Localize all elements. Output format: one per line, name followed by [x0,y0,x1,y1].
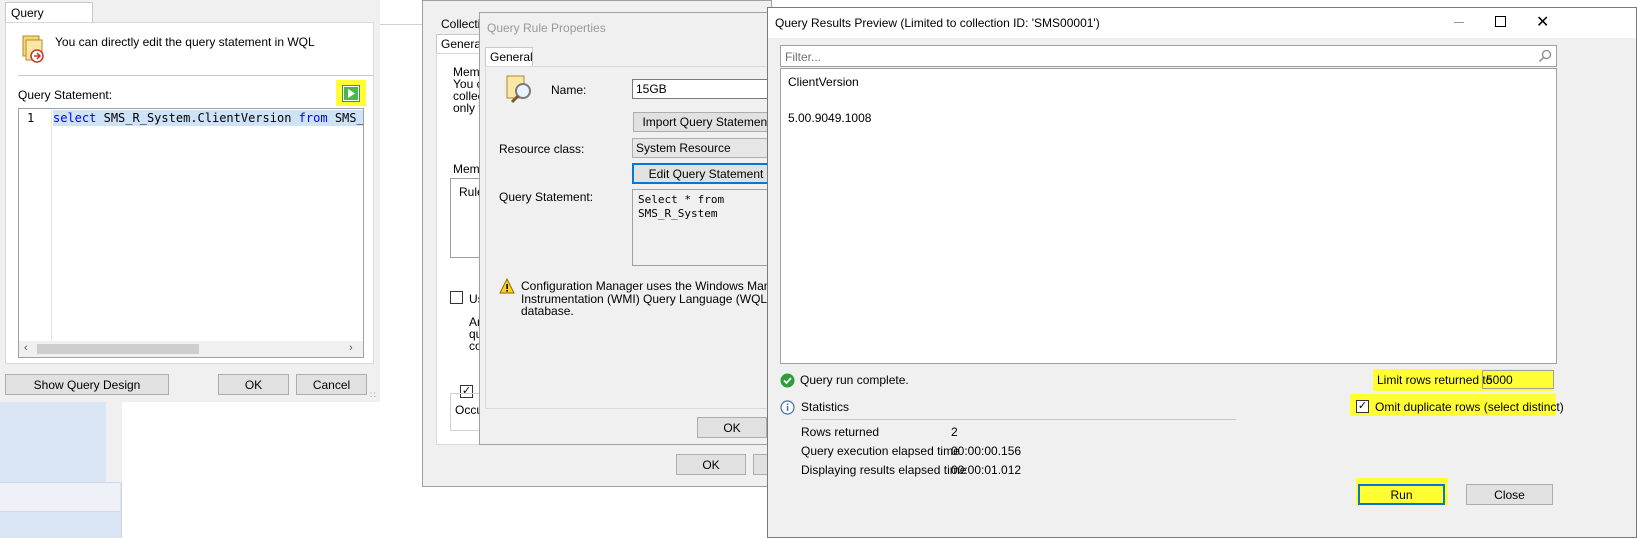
status-text: Query run complete. [800,373,909,387]
play-icon [344,87,358,100]
line-gutter [19,109,52,357]
tab-query-language[interactable]: Query Language [5,2,93,34]
filter-placeholder: Filter... [785,50,822,64]
rule-ok-button[interactable]: OK [697,417,767,438]
omit-duplicates-checkbox[interactable]: ✓ [1356,400,1369,413]
ok-button[interactable]: OK [218,374,289,395]
column-header-clientversion[interactable]: ClientVersion [788,75,859,89]
line-number: 1 [27,111,35,125]
resource-class-label: Resource class: [499,142,585,156]
query-results-preview-window: Query Results Preview (Limited to collec… [767,7,1637,538]
run-button[interactable]: Run [1358,484,1445,505]
resize-grip-icon[interactable]: ∷ [370,390,376,401]
cancel-button[interactable]: Cancel [296,374,367,395]
resource-class-select[interactable]: System Resource [632,138,780,158]
tab-general[interactable]: General [485,47,533,67]
statistics-info-icon [780,400,795,415]
statistics-label: Statistics [801,400,850,414]
separator [18,75,373,76]
scrollbar-thumb[interactable] [37,344,199,354]
limit-rows-input[interactable]: 5000 [1482,370,1554,389]
success-icon [780,373,795,388]
warning-text: Configuration Manager uses the Windows M… [521,280,781,318]
show-query-design-button[interactable]: Show Query Design [5,374,169,395]
use-incremental-checkbox[interactable] [450,291,463,304]
name-field[interactable]: 15GB [632,79,780,99]
close-icon[interactable]: ✕ [1536,12,1549,32]
warning-line-3: database. [521,304,574,318]
stat-rows-returned-value: 2 [951,425,958,439]
keyword-select: select [53,111,97,125]
query-magnifier-icon [503,73,535,105]
result-cell[interactable]: 5.00.9049.1008 [788,111,871,125]
maximize-icon[interactable] [1495,16,1506,27]
import-query-statement-button[interactable]: Import Query Statement [633,112,780,132]
window-title: Query Results Preview (Limited to collec… [775,16,1100,30]
query-line-1: Select * from [638,193,725,206]
edit-query-statement-button[interactable]: Edit Query Statement [632,163,780,184]
statistics-separator [801,419,1236,420]
query-rule-properties-dialog: Query Rule Properties General Name: 15GB… [479,12,781,445]
run-query-button[interactable] [342,85,360,102]
code-field: SMS_R_System.ClientVersion [103,111,292,125]
results-grid[interactable]: ClientVersion 5.00.9049.1008 [780,68,1557,364]
limit-rows-label: Limit rows returned to [1377,373,1493,387]
tab-general-label: General [490,50,533,64]
tab-general-label: General [441,37,484,51]
name-label: Name: [551,83,587,97]
background-panel [0,402,122,538]
filter-input[interactable]: Filter... [780,45,1557,67]
dialog-title: Query Rule Properties [487,21,606,35]
horizontal-scrollbar[interactable]: ‹ › [19,341,363,357]
warning-line-1: Configuration Manager uses the Windows M… [521,280,781,293]
title-bar: Query Results Preview (Limited to collec… [768,8,1636,38]
scroll-left-icon[interactable]: ‹ [24,342,28,354]
omit-duplicates-label: Omit duplicate rows (select distinct) [1375,400,1564,414]
code-class: SMS_R_ [334,111,364,125]
close-button[interactable]: Close [1466,484,1553,505]
stat-display-label: Displaying results elapsed time [801,463,967,477]
background-scrollbar [106,402,122,482]
stat-rows-returned-label: Rows returned [801,425,880,439]
query-line-2: SMS_R_System [638,207,718,220]
keyword-from: from [298,111,328,125]
info-text: You can directly edit the query statemen… [55,35,315,49]
code-line: select SMS_R_System.ClientVersion from S… [53,110,364,126]
stat-execution-value: 00:00:00.156 [951,444,1022,458]
background-strip [380,0,425,25]
stat-display-value: 00:00:01.012 [951,463,1022,477]
query-statement-label: Query Statement: [18,88,113,102]
query-statement-box[interactable]: Select * from SMS_R_System [632,189,780,266]
query-statement-label: Query Statement: [499,190,594,204]
background-divider [0,482,120,512]
query-language-dialog: Query Language You can directly edit the… [0,0,380,402]
wql-document-icon [20,34,48,64]
scroll-right-icon[interactable]: › [349,342,353,354]
minimize-icon[interactable] [1454,22,1464,23]
stat-execution-label: Query execution elapsed time [801,444,960,458]
query-editor[interactable]: 1 select SMS_R_System.ClientVersion from… [18,108,364,358]
collection-ok-button[interactable]: OK [676,454,746,475]
search-icon[interactable] [1538,49,1552,63]
warning-icon [499,277,515,294]
